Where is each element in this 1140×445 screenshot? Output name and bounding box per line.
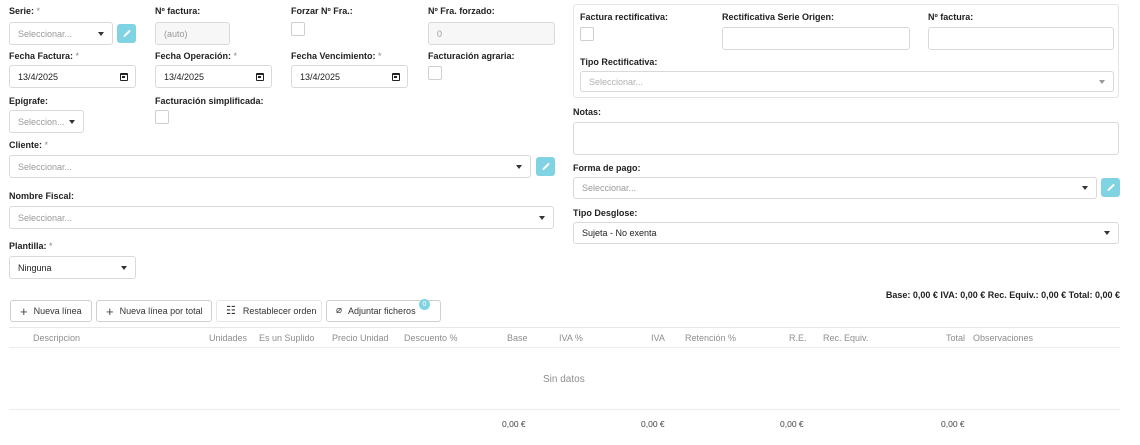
epigrafe-select[interactable]: Seleccion... — [9, 110, 84, 133]
fecha-vencimiento-input[interactable]: 13/4/2025 — [291, 65, 408, 88]
col-descuento[interactable]: Descuento % — [404, 333, 458, 343]
numero-factura-label: Nº factura: — [155, 6, 201, 16]
col-suplido[interactable]: Es un Suplido — [259, 333, 315, 343]
table-footer-divider — [9, 409, 1120, 410]
plus-icon: + — [106, 303, 114, 319]
notas-textarea[interactable] — [573, 122, 1119, 155]
facturacion-simplificada-label: Facturación simplificada: — [155, 96, 264, 106]
forma-pago-label: Forma de pago: — [573, 163, 641, 173]
forma-pago-select[interactable]: Seleccionar... — [573, 177, 1097, 199]
nueva-linea-total-button[interactable]: + Nueva línea por total — [96, 300, 212, 322]
chevron-down-icon — [1104, 231, 1110, 235]
cliente-select[interactable]: Seleccionar... — [9, 155, 531, 178]
plantilla-select[interactable]: Ninguna — [9, 256, 136, 279]
forzar-nfra-checkbox[interactable] — [291, 22, 305, 36]
facturacion-simplificada-checkbox[interactable] — [155, 110, 169, 124]
chevron-down-icon — [1082, 186, 1088, 190]
col-iva[interactable]: IVA — [651, 333, 665, 343]
rect-numero-factura-label: Nº factura: — [928, 12, 974, 22]
tipo-desglose-select[interactable]: Sujeta - No exenta — [573, 222, 1119, 244]
cliente-edit-button[interactable] — [536, 157, 555, 176]
chevron-down-icon — [69, 119, 75, 124]
attachments-count-badge: 0 — [419, 299, 430, 310]
tipo-rectificativa-select[interactable]: Seleccionar... — [580, 71, 1114, 92]
facturacion-agraria-checkbox[interactable] — [428, 66, 442, 80]
serie-label: Serie: * — [9, 6, 41, 16]
serie-origen-label: Rectificativa Serie Origen: — [722, 12, 835, 22]
total-total: 0,00 € — [941, 419, 965, 429]
serie-edit-button[interactable] — [117, 24, 136, 43]
total-iva: 0,00 € — [641, 419, 665, 429]
total-base: 0,00 € — [502, 419, 526, 429]
nfra-forzado-label: Nº Fra. forzado: — [428, 6, 495, 16]
nueva-linea-button[interactable]: + Nueva línea — [10, 300, 92, 322]
pencil-icon — [122, 29, 131, 38]
col-unidades[interactable]: Unidades — [209, 333, 247, 343]
calendar-icon[interactable] — [392, 72, 400, 81]
cliente-label: Cliente: * — [9, 140, 49, 150]
col-precio-unidad[interactable]: Precio Unidad — [332, 333, 389, 343]
total-re: 0,00 € — [780, 419, 804, 429]
epigrafe-label: Epígrafe: — [9, 96, 49, 106]
serie-select[interactable]: Seleccionar... — [9, 22, 113, 45]
chevron-down-icon — [98, 31, 104, 36]
nombre-fiscal-label: Nombre Fiscal: — [9, 191, 75, 201]
totals-summary: Base: 0,00 € IVA: 0,00 € Rec. Equiv.: 0,… — [885, 290, 1120, 300]
notas-label: Notas: — [573, 107, 602, 117]
calendar-icon[interactable] — [120, 72, 128, 81]
fecha-vencimiento-label: Fecha Vencimiento: * — [291, 51, 382, 61]
rect-numero-factura-input[interactable] — [928, 27, 1114, 50]
plus-icon: + — [20, 303, 28, 319]
calendar-icon[interactable] — [256, 72, 264, 81]
tipo-desglose-label: Tipo Desglose: — [573, 208, 638, 218]
pencil-icon — [1106, 183, 1115, 192]
restablecer-orden-button[interactable]: ☷ Restablecer orden — [216, 300, 322, 322]
chevron-down-icon — [1099, 79, 1105, 84]
empty-table-text: Sin datos — [543, 374, 585, 385]
col-descripcion[interactable]: Descripcion — [33, 333, 80, 343]
factura-rectificativa-checkbox[interactable] — [580, 27, 594, 41]
forzar-nfra-label: Forzar Nº Fra.: — [291, 6, 353, 16]
pencil-icon — [541, 162, 550, 171]
chevron-down-icon — [516, 164, 522, 169]
col-observaciones[interactable]: Observaciones — [973, 333, 1033, 343]
col-base[interactable]: Base — [507, 333, 528, 343]
fecha-factura-label: Fecha Factura: * — [9, 51, 80, 61]
fecha-operacion-input[interactable]: 13/4/2025 — [155, 65, 272, 88]
col-iva-pct[interactable]: IVA % — [559, 333, 583, 343]
col-rec-equiv[interactable]: Rec. Equiv. — [823, 333, 868, 343]
serie-origen-input[interactable] — [722, 27, 910, 50]
table-top-divider — [9, 327, 1120, 328]
numero-factura-input[interactable]: (auto) — [155, 22, 230, 45]
tipo-rectificativa-label: Tipo Rectificativa: — [580, 57, 658, 67]
col-retencion[interactable]: Retención % — [685, 333, 736, 343]
facturacion-agraria-label: Facturación agraria: — [428, 51, 515, 61]
paperclip-icon: ⌀ — [336, 305, 343, 316]
factura-rectificativa-label: Factura rectificativa: — [580, 12, 669, 22]
plantilla-label: Plantilla: * — [9, 241, 53, 251]
forma-pago-edit-button[interactable] — [1101, 178, 1120, 197]
fecha-operacion-label: Fecha Operación: * — [155, 51, 238, 61]
chevron-down-icon — [539, 215, 545, 220]
nombre-fiscal-select[interactable]: Seleccionar... — [9, 206, 554, 229]
fecha-factura-input[interactable]: 13/4/2025 — [9, 65, 136, 88]
col-re[interactable]: R.E. — [789, 333, 807, 343]
list-order-icon: ☷ — [226, 304, 236, 317]
nfra-forzado-input[interactable]: 0 — [428, 22, 555, 45]
table-header-divider — [9, 347, 1120, 348]
col-total[interactable]: Total — [946, 333, 965, 343]
chevron-down-icon — [121, 265, 127, 270]
